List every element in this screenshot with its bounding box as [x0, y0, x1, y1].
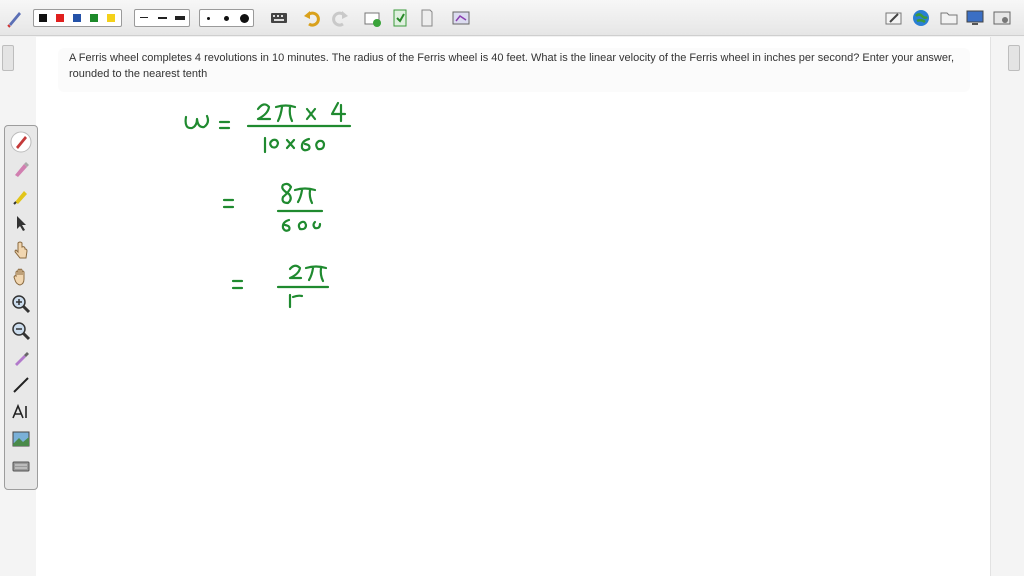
- monitor-icon[interactable]: [966, 8, 984, 28]
- collapse-toolbar-button[interactable]: [2, 45, 14, 71]
- equals-stroke-2: [222, 198, 235, 209]
- thick-line-option[interactable]: [175, 16, 185, 20]
- pi-stroke-3: [304, 265, 328, 283]
- zoom-in-icon[interactable]: [10, 293, 32, 315]
- pan-hand-icon[interactable]: [10, 266, 32, 288]
- digit-2-stroke: [256, 103, 272, 121]
- edit-icon[interactable]: [885, 8, 903, 28]
- digit-0-stroke: [269, 138, 280, 149]
- equals-stroke-1: [218, 120, 231, 130]
- add-page-icon[interactable]: [392, 8, 408, 28]
- pi-stroke-1: [274, 104, 297, 123]
- select-arrow-icon[interactable]: [10, 212, 32, 234]
- globe-icon[interactable]: [912, 8, 930, 28]
- digit-0d-stroke: [312, 220, 322, 230]
- marker-icon[interactable]: [10, 185, 32, 207]
- digit-6b-stroke: [281, 218, 291, 232]
- text-tool-icon[interactable]: [10, 401, 32, 423]
- color-black-swatch[interactable]: [39, 14, 47, 22]
- digit-4-stroke: [330, 101, 347, 123]
- color-red-swatch[interactable]: [56, 14, 64, 22]
- keyboard-input-icon[interactable]: [10, 455, 32, 477]
- new-page-icon[interactable]: [364, 8, 382, 28]
- color-blue-swatch[interactable]: [73, 14, 81, 22]
- settings-window-icon[interactable]: [993, 8, 1011, 28]
- undo-icon[interactable]: [303, 8, 321, 28]
- eyedropper-icon[interactable]: [10, 347, 32, 369]
- keyboard-icon[interactable]: [270, 8, 288, 28]
- pen-tool-icon[interactable]: [5, 8, 25, 28]
- right-margin: [990, 37, 1024, 576]
- digit-6-stroke: [300, 137, 311, 152]
- handwriting-canvas: [184, 101, 352, 309]
- highlighter-icon[interactable]: [10, 158, 32, 180]
- times-stroke-1: [305, 107, 317, 121]
- times-stroke-2: [285, 138, 296, 150]
- zoom-out-icon[interactable]: [10, 320, 32, 342]
- large-point-option[interactable]: [240, 14, 249, 23]
- color-green-swatch[interactable]: [90, 14, 98, 22]
- color-yellow-swatch[interactable]: [107, 14, 115, 22]
- digit-8-stroke: [281, 182, 293, 205]
- whiteboard-page[interactable]: A Ferris wheel completes 4 revolutions i…: [36, 37, 990, 576]
- top-toolbar: [0, 0, 1024, 36]
- point-size-group: [199, 9, 254, 27]
- screen-clear-icon[interactable]: [452, 8, 470, 28]
- medium-point-option[interactable]: [224, 16, 229, 21]
- line-width-group: [134, 9, 190, 27]
- color-palette: [33, 9, 122, 27]
- side-panel-toggle-button[interactable]: [1008, 45, 1020, 71]
- equals-stroke-3: [231, 279, 244, 290]
- blank-page-icon[interactable]: [420, 8, 434, 28]
- medium-line-option[interactable]: [158, 17, 167, 19]
- digit-0b-stroke: [315, 139, 326, 151]
- pi-stroke-2: [293, 187, 317, 205]
- folder-icon[interactable]: [940, 8, 958, 28]
- thin-line-option[interactable]: [140, 17, 148, 18]
- digit-15-partial-stroke: [288, 293, 304, 309]
- omega-stroke: [184, 114, 210, 130]
- pen-active-icon[interactable]: [10, 131, 32, 153]
- line-tool-icon[interactable]: [10, 374, 32, 396]
- drawing-tool-palette: [4, 125, 38, 490]
- small-point-option[interactable]: [207, 17, 210, 20]
- digit-0c-stroke: [297, 220, 308, 231]
- pointer-hand-icon[interactable]: [10, 239, 32, 261]
- redo-icon[interactable]: [331, 8, 349, 28]
- image-tool-icon[interactable]: [10, 428, 32, 450]
- digit-2b-stroke: [288, 264, 303, 280]
